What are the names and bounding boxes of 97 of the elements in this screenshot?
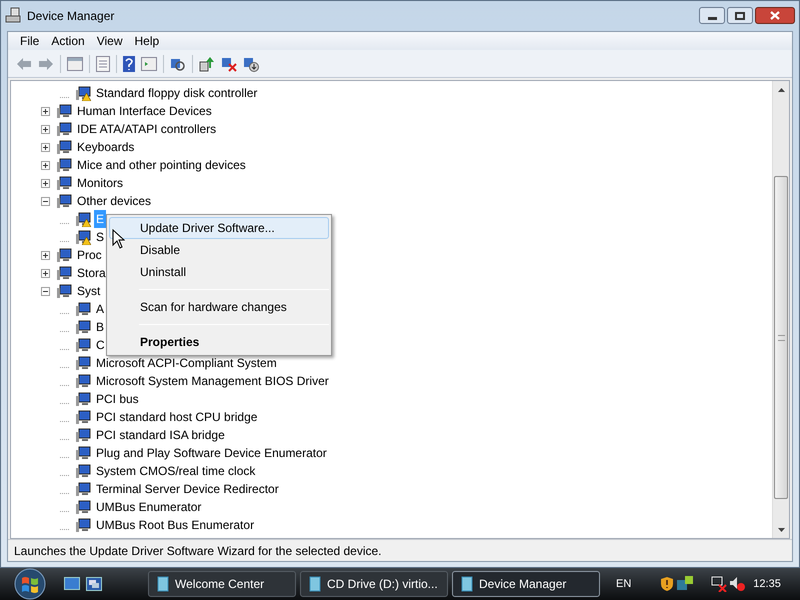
device-icon bbox=[75, 463, 91, 479]
network-disconnected-icon[interactable] bbox=[711, 576, 728, 592]
device-icon bbox=[75, 481, 91, 497]
expand-icon[interactable] bbox=[41, 106, 50, 116]
device-icon bbox=[56, 175, 72, 191]
speaker-muted-icon[interactable] bbox=[729, 576, 746, 592]
expand-icon[interactable] bbox=[41, 160, 50, 170]
properties-icon[interactable] bbox=[96, 56, 110, 72]
device-icon bbox=[56, 283, 72, 299]
menu-item[interactable]: Action bbox=[45, 32, 91, 50]
menu-item[interactable]: Uninstall bbox=[109, 261, 329, 283]
menu-item[interactable]: Properties bbox=[109, 331, 329, 353]
update-icon[interactable] bbox=[199, 56, 215, 72]
scroll-up-icon[interactable] bbox=[778, 88, 784, 92]
help-icon[interactable] bbox=[123, 56, 135, 72]
tree-item[interactable]: Plug and Play Software Device Enumerator bbox=[94, 444, 329, 462]
tree-item[interactable]: Human Interface Devices bbox=[75, 102, 214, 120]
tree-item[interactable]: C bbox=[94, 336, 107, 354]
scroll-thumb[interactable] bbox=[774, 176, 788, 499]
tree-item[interactable]: System CMOS/real time clock bbox=[94, 462, 258, 480]
close-icon[interactable] bbox=[770, 11, 780, 20]
mouse-cursor-icon bbox=[112, 229, 125, 249]
device-icon bbox=[75, 355, 91, 371]
tree-item[interactable]: PCI standard ISA bridge bbox=[94, 426, 227, 444]
menu-item[interactable]: File bbox=[14, 32, 46, 50]
device-icon bbox=[75, 427, 91, 443]
app-icon bbox=[309, 576, 321, 592]
device-icon bbox=[56, 157, 72, 173]
status-text: Launches the Update Driver Software Wizard for the selected device. bbox=[14, 542, 382, 560]
network-icon[interactable] bbox=[677, 576, 694, 592]
device-icon bbox=[56, 247, 72, 263]
switch-windows-icon[interactable] bbox=[86, 577, 102, 591]
collapse-icon[interactable] bbox=[41, 196, 50, 206]
tree-item[interactable]: IDE ATA/ATAPI controllers bbox=[75, 120, 218, 138]
expand-icon[interactable] bbox=[41, 178, 50, 188]
collapse-icon[interactable] bbox=[41, 286, 50, 296]
menu-item[interactable]: Scan for hardware changes bbox=[109, 296, 329, 318]
maximize-button[interactable] bbox=[727, 7, 753, 24]
language-indicator[interactable]: EN bbox=[616, 576, 632, 592]
device-icon bbox=[56, 121, 72, 137]
scroll-down-icon[interactable] bbox=[778, 528, 784, 532]
tree-item[interactable]: UMBus Enumerator bbox=[94, 498, 204, 516]
tree-item[interactable]: PCI bus bbox=[94, 390, 141, 408]
device-manager-icon bbox=[5, 7, 23, 25]
device-icon bbox=[75, 319, 91, 335]
device-icon bbox=[56, 103, 72, 119]
tree-item[interactable]: Microsoft ACPI-Compliant System bbox=[94, 354, 279, 372]
device-icon bbox=[56, 265, 72, 281]
scrollbar[interactable] bbox=[772, 81, 789, 538]
expand-icon[interactable] bbox=[41, 142, 50, 152]
tree-item[interactable]: A bbox=[94, 300, 106, 318]
tree-item[interactable]: Stora bbox=[75, 264, 108, 282]
disable-icon[interactable] bbox=[221, 56, 237, 72]
menu-item[interactable]: View bbox=[90, 32, 128, 50]
device-icon bbox=[75, 445, 91, 461]
tree-item[interactable]: B bbox=[94, 318, 106, 336]
app-icon bbox=[157, 576, 169, 592]
shield-icon[interactable] bbox=[661, 577, 674, 591]
device-icon bbox=[75, 373, 91, 389]
taskbar-button[interactable]: CD Drive (D:) virtio... bbox=[300, 571, 448, 597]
tree-item[interactable]: Proc bbox=[75, 246, 104, 264]
clock[interactable]: 12:35 bbox=[753, 576, 781, 592]
window-title: Device Manager bbox=[27, 8, 114, 25]
expand-icon[interactable] bbox=[41, 124, 50, 134]
device-icon bbox=[75, 499, 91, 515]
device-icon bbox=[75, 517, 91, 533]
device-icon bbox=[56, 139, 72, 155]
tree-item[interactable]: Microsoft System Management BIOS Driver bbox=[94, 372, 331, 390]
app-icon bbox=[461, 576, 473, 592]
device-icon bbox=[75, 409, 91, 425]
console-tree-icon[interactable] bbox=[67, 56, 83, 70]
device-icon bbox=[75, 337, 91, 353]
device-icon bbox=[75, 301, 91, 317]
tree-item[interactable]: Standard floppy disk controller bbox=[94, 84, 260, 102]
action-pane-icon[interactable] bbox=[141, 56, 157, 70]
tree-item[interactable]: UMBus Root Bus Enumerator bbox=[94, 516, 256, 534]
taskbar-button[interactable]: Device Manager bbox=[452, 571, 600, 597]
expand-icon[interactable] bbox=[41, 268, 50, 278]
menu-item[interactable]: Help bbox=[128, 32, 166, 50]
tree-item[interactable]: Syst bbox=[75, 282, 102, 300]
device-icon bbox=[56, 193, 72, 209]
show-desktop-icon[interactable] bbox=[64, 577, 80, 591]
tree-item[interactable]: PCI standard host CPU bridge bbox=[94, 408, 260, 426]
tree-item[interactable]: Other devices bbox=[75, 192, 154, 210]
expand-icon[interactable] bbox=[41, 250, 50, 260]
minimize-button[interactable] bbox=[699, 7, 725, 24]
tree-item[interactable]: Terminal Server Device Redirector bbox=[94, 480, 281, 498]
tree-item[interactable]: Mice and other pointing devices bbox=[75, 156, 248, 174]
menu-item[interactable]: Disable bbox=[109, 239, 329, 261]
uninstall-icon[interactable] bbox=[243, 56, 259, 72]
taskbar-button[interactable]: Welcome Center bbox=[148, 571, 296, 597]
tree-item[interactable]: Monitors bbox=[75, 174, 126, 192]
tree-item[interactable]: S bbox=[94, 228, 106, 246]
close-button[interactable] bbox=[755, 7, 795, 24]
tree-item[interactable]: Keyboards bbox=[75, 138, 136, 156]
device-icon bbox=[75, 391, 91, 407]
menu-item[interactable]: Update Driver Software... bbox=[109, 217, 329, 239]
